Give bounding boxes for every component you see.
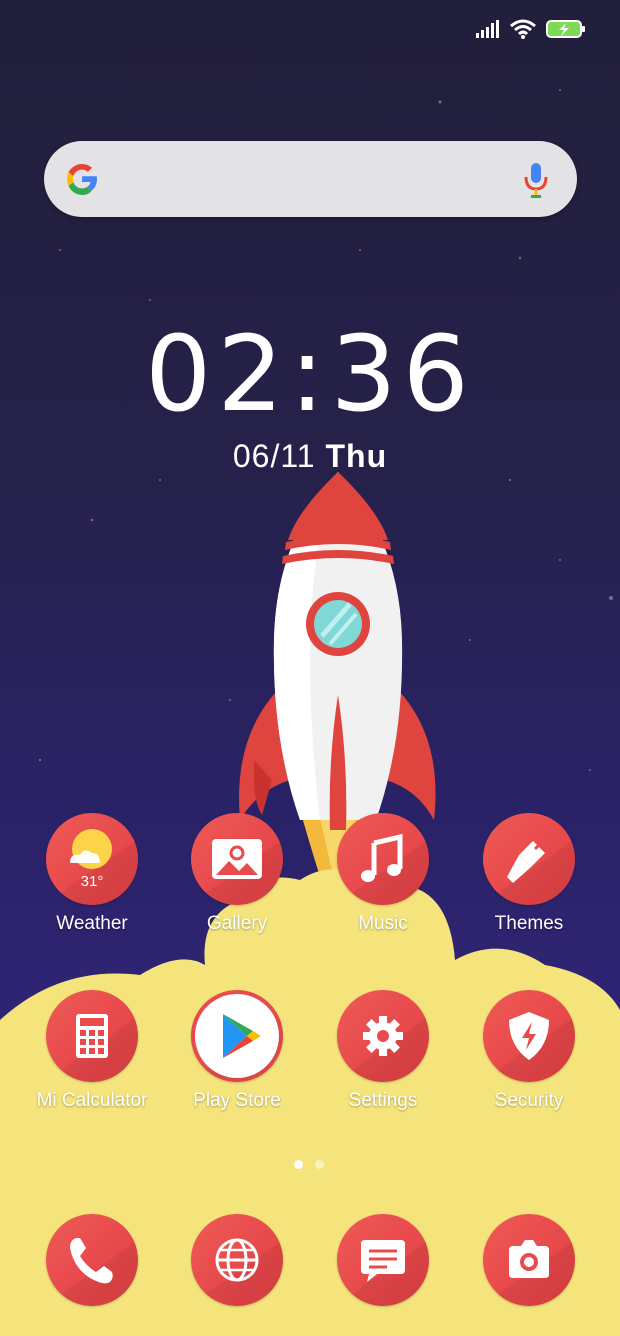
app-label: Themes xyxy=(494,913,564,934)
date-weekday: Thu xyxy=(325,438,388,474)
app-weather[interactable]: 31° Weather xyxy=(19,813,165,935)
music-icon xyxy=(337,813,429,905)
app-label: Security xyxy=(494,1090,564,1111)
dock-browser[interactable] xyxy=(164,1214,310,1306)
battery-charging-icon xyxy=(546,20,585,38)
app-label: Gallery xyxy=(206,913,268,934)
app-music[interactable]: Music xyxy=(310,813,456,935)
play-store-icon xyxy=(191,990,283,1082)
app-security[interactable]: Security xyxy=(456,990,602,1112)
settings-icon xyxy=(337,990,429,1082)
security-icon xyxy=(483,990,575,1082)
phone-icon xyxy=(46,1214,138,1306)
app-label: Play Store xyxy=(193,1090,281,1111)
app-label: Music xyxy=(358,913,408,934)
page-dot-active xyxy=(294,1160,303,1169)
app-play-store[interactable]: Play Store xyxy=(164,990,310,1112)
calculator-icon xyxy=(46,990,138,1082)
weather-temperature: 31° xyxy=(80,873,104,890)
app-label: Mi Calculator xyxy=(36,1090,148,1111)
app-label: Settings xyxy=(348,1090,418,1111)
page-indicator xyxy=(294,1160,324,1169)
dock-phone[interactable] xyxy=(19,1214,165,1306)
app-gallery[interactable]: Gallery xyxy=(164,813,310,935)
messages-icon xyxy=(337,1214,429,1306)
google-search-bar[interactable] xyxy=(44,141,577,217)
clock-minutes: 36 xyxy=(330,313,475,435)
app-mi-calculator[interactable]: Mi Calculator xyxy=(19,990,165,1112)
app-label: Weather xyxy=(56,913,128,934)
gallery-icon xyxy=(191,813,283,905)
clock-hours: 02 xyxy=(145,313,290,435)
page-dot xyxy=(315,1160,324,1169)
clock-separator: : xyxy=(289,313,331,435)
browser-icon xyxy=(191,1214,283,1306)
clock-widget[interactable]: 02:36 xyxy=(0,313,620,435)
dock-messages[interactable] xyxy=(310,1214,456,1306)
mic-icon[interactable] xyxy=(523,161,549,199)
dock-camera[interactable] xyxy=(456,1214,602,1306)
camera-icon xyxy=(483,1214,575,1306)
themes-icon xyxy=(483,813,575,905)
weather-icon: 31° xyxy=(46,813,138,905)
date-day: 06/11 xyxy=(232,438,316,474)
app-themes[interactable]: Themes xyxy=(456,813,602,935)
signal-icon xyxy=(476,20,499,38)
app-settings[interactable]: Settings xyxy=(310,990,456,1112)
wifi-icon xyxy=(510,19,536,39)
status-bar xyxy=(476,14,586,44)
google-g-icon xyxy=(67,164,97,195)
date-widget[interactable]: 06/11 Thu xyxy=(0,438,620,475)
